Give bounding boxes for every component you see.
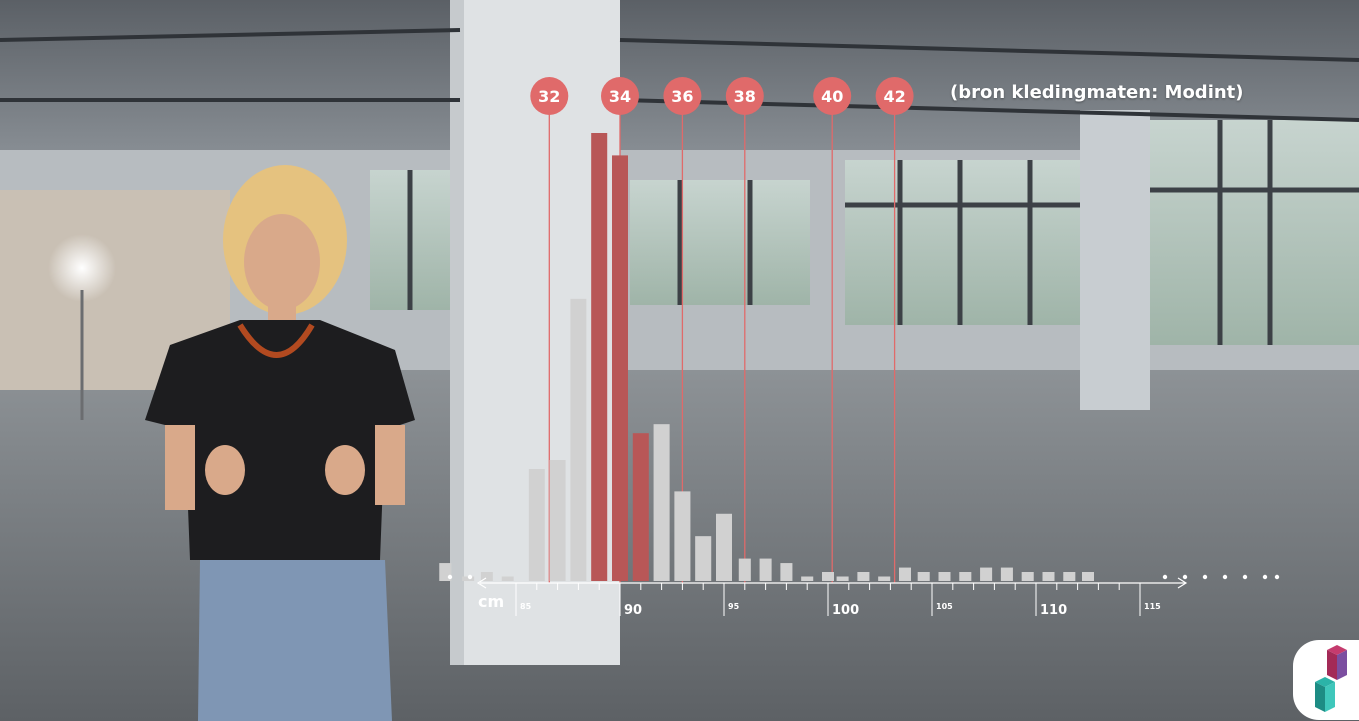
chart-bar-texture [632,433,649,581]
axis-dot [1274,574,1280,580]
chart-bar-texture [822,572,834,581]
x-tick-label: 100 [832,603,859,618]
chart-bar-texture [738,558,751,581]
x-tick-label: 115 [1144,602,1161,611]
axis-dot [467,574,473,580]
chart-bar-texture [801,576,814,581]
chart-bar-texture [857,572,870,581]
axis-dot [1242,574,1248,580]
x-axis-unit: cm [478,592,504,611]
size-marker-label: 36 [671,87,693,106]
size-marker-label: 34 [609,87,631,106]
chart-bar-texture [716,513,732,581]
x-tick-label: 105 [936,602,953,611]
chart-bar-texture [653,424,670,581]
chart-bar-texture [1000,567,1013,581]
chart-bar-texture [1021,572,1034,581]
axis-dot [1222,574,1228,580]
chart-bar-texture [591,133,608,581]
chart-bar-texture [695,536,712,581]
size-marker-label: 40 [821,87,843,106]
chart-bar-texture [674,491,691,581]
chart-bar-texture [959,572,972,581]
video-frame: cm 85 90 95 100 105 110 115 32 34 36 38 40 42 (bron… [0,0,1359,721]
axis-dot [447,574,453,580]
size-marker-label: 42 [883,87,905,106]
chart-bar-texture [612,155,628,581]
axis-dot [1162,574,1168,580]
axis-dot [1202,574,1208,580]
chart-bar-texture [759,558,772,581]
chart-bar-texture [899,567,911,581]
chart-bar-texture [836,576,849,581]
axis-dot [1182,574,1188,580]
chart-bar-texture [549,460,566,581]
x-tick-label: 90 [624,603,642,618]
chart-bar-texture [1042,572,1055,581]
size-marker-label: 32 [538,87,560,106]
size-distribution-chart: cm 85 90 95 100 105 110 115 32 34 36 38 40 42 [439,77,1280,618]
x-tick-label: 95 [728,602,740,611]
chart-bar-texture [528,469,545,581]
chart-bar-texture [1063,572,1076,581]
chart-bar-texture [570,298,587,581]
logo-cubes-icon [1315,645,1347,712]
chart-bar-texture [917,572,930,581]
chart-bar-texture [501,576,514,581]
x-tick-label: 110 [1040,603,1067,618]
logo-badge[interactable] [1293,640,1359,720]
chart-bar-texture [1082,572,1094,581]
source-note: (bron kledingmaten: Modint) [950,82,1244,103]
axis-dot [1262,574,1268,580]
chart-bar-texture [878,576,891,581]
x-tick-label: 85 [520,602,532,611]
chart-bar-texture [980,567,993,581]
chart-bar-texture [938,572,951,581]
chart-bar-texture [780,563,793,581]
size-marker-label: 38 [734,87,756,106]
